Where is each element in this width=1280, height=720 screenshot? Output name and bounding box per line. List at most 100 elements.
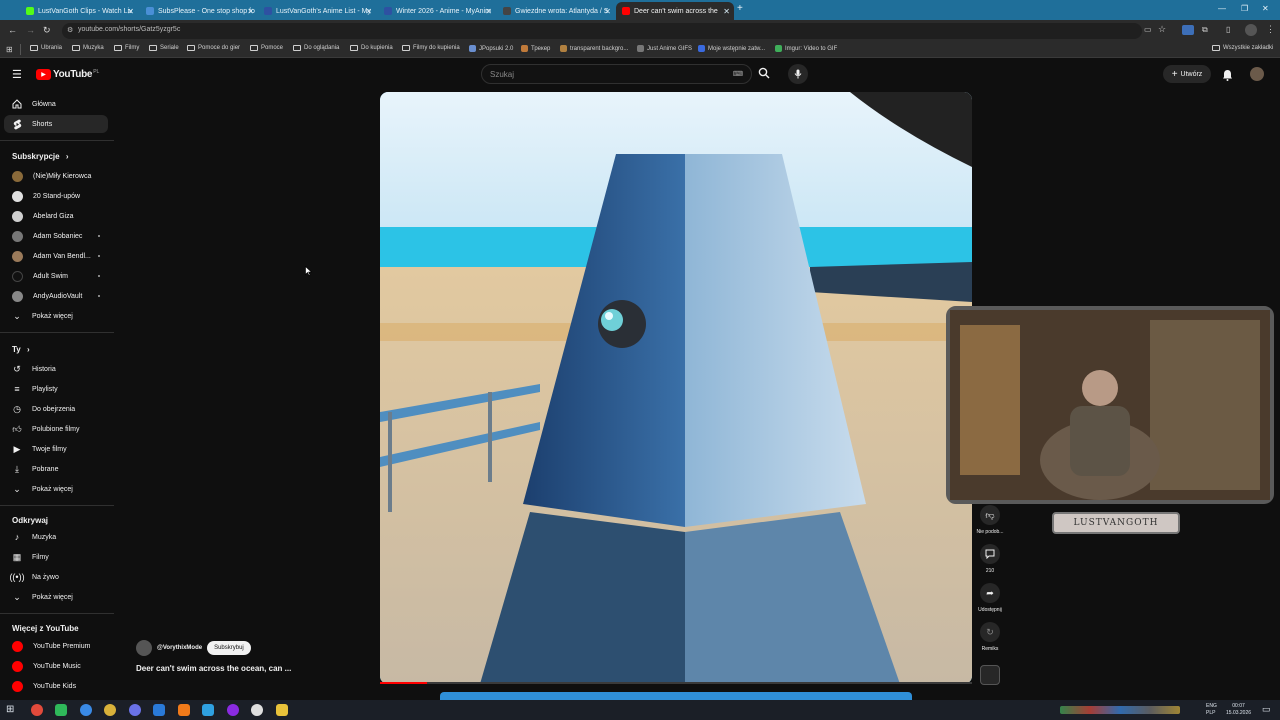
notification-center-icon[interactable]: ▭: [1262, 704, 1271, 715]
close-icon[interactable]: ✕: [127, 7, 134, 16]
subscriptions-header[interactable]: Subskrypcje ›: [12, 152, 68, 161]
maximize-button[interactable]: ❐: [1241, 4, 1248, 13]
sidebar-item-home[interactable]: Główna: [4, 95, 108, 113]
file-explorer-icon[interactable]: [276, 704, 288, 716]
back-arrow-icon[interactable]: ←: [8, 25, 17, 35]
sidebar-item-subscription[interactable]: 20 Stand-upów: [4, 187, 108, 205]
show-more-button[interactable]: ⌄ Pokaż więcej: [4, 588, 108, 606]
subscribe-button[interactable]: Subskrybuj: [207, 641, 251, 655]
bookmark-item[interactable]: Filmy: [114, 45, 139, 51]
url-field[interactable]: ⚙ youtube.com/shorts/Gatz5yzgr5c: [62, 23, 1142, 39]
sidebar-item-history[interactable]: ↺ Historia: [4, 360, 108, 378]
sidebar-item-downloads[interactable]: ⤓ Pobrane: [4, 460, 108, 478]
sidebar-item-playlists[interactable]: ≡ Playlisty: [4, 380, 108, 398]
close-icon[interactable]: ✕: [485, 7, 492, 16]
app-icon[interactable]: [153, 704, 165, 716]
sidebar-item-films[interactable]: ▦ Filmy: [4, 548, 108, 566]
all-bookmarks[interactable]: Wszystkie zakładki: [1212, 45, 1273, 51]
close-icon[interactable]: ✕: [723, 7, 730, 16]
sound-thumbnail[interactable]: [980, 665, 1000, 685]
browser-tab[interactable]: LustVanGoth Clips - Watch Liv ✕: [20, 2, 138, 20]
windows-start-icon[interactable]: ⊞: [6, 704, 14, 715]
bookmark-item[interactable]: Just Anime GIFS: [637, 45, 692, 52]
apps-grid-icon[interactable]: ⊞: [6, 45, 13, 54]
extensions-puzzle-icon[interactable]: ⧉: [1202, 25, 1208, 35]
show-more-button[interactable]: ⌄ Pokaż więcej: [4, 307, 108, 325]
share-button[interactable]: ➦ Udostępnij: [974, 583, 1006, 613]
bookmark-item[interactable]: Imgur: Video to GIF: [775, 45, 837, 52]
sidebar-item-subscription[interactable]: Adam Van Bendl...: [4, 247, 108, 265]
close-icon[interactable]: ✕: [365, 7, 372, 16]
sidebar-item-premium[interactable]: YouTube Premium: [4, 637, 108, 655]
channel-avatar[interactable]: [136, 640, 152, 656]
bookmark-item[interactable]: Do oglądania: [293, 45, 339, 51]
sidebar-item-kids[interactable]: YouTube Kids: [4, 677, 108, 695]
bookmark-item[interactable]: Filmy do kupienia: [402, 45, 460, 51]
bookmark-item[interactable]: Muzyka: [72, 45, 104, 51]
browser-tab-active[interactable]: Deer can't swim across the ✕: [616, 2, 734, 20]
browser-tab[interactable]: LustVanGoth's Anime List - My ✕: [258, 2, 376, 20]
input-language[interactable]: ENG PLP: [1206, 703, 1217, 717]
sidebar-item-music[interactable]: ♪ Muzyka: [4, 528, 108, 546]
sidepanel-icon[interactable]: ▯: [1226, 25, 1230, 34]
dislike-button[interactable]: 👎︎ Nie podob...: [974, 505, 1006, 535]
browser-tab[interactable]: Winter 2026 - Anime - MyAnim ✕: [378, 2, 496, 20]
create-button[interactable]: + Utwórz: [1163, 65, 1211, 83]
search-icon[interactable]: [758, 67, 770, 82]
site-info-icon[interactable]: ⚙: [67, 26, 73, 34]
microphone-icon[interactable]: [788, 64, 808, 84]
notifications-bell-icon[interactable]: [1222, 68, 1233, 86]
account-avatar[interactable]: [1250, 67, 1264, 81]
app-icon[interactable]: [227, 704, 239, 716]
bookmark-star-icon[interactable]: ☆: [1158, 24, 1166, 35]
sidebar-item-subscription[interactable]: Abelard Giza: [4, 207, 108, 225]
new-tab-button[interactable]: +: [737, 3, 743, 14]
vlc-icon[interactable]: [178, 704, 190, 716]
next-short-preview[interactable]: [440, 692, 912, 700]
channel-name[interactable]: @VorythixMode: [157, 645, 202, 651]
bookmark-item[interactable]: Ubrania: [30, 45, 62, 51]
discord-icon[interactable]: [129, 704, 141, 716]
bookmark-item[interactable]: Трекер: [521, 45, 550, 52]
obs-icon[interactable]: [251, 704, 263, 716]
browser-tab[interactable]: Gwiezdne wrota: Atlantyda / S ✕: [497, 2, 615, 20]
show-more-button[interactable]: ⌄ Pokaż więcej: [4, 480, 108, 498]
you-header[interactable]: Ty ›: [12, 345, 30, 354]
clock[interactable]: 00:07 15.03.2026: [1226, 703, 1251, 717]
sidebar-item-subscription[interactable]: Adam Sobaniec: [4, 227, 108, 245]
bookmark-item[interactable]: transparent backgro...: [560, 45, 628, 52]
close-icon[interactable]: ✕: [247, 7, 254, 16]
remix-button[interactable]: ↻ Remiks: [974, 622, 1006, 652]
app-icon[interactable]: [55, 704, 67, 716]
extension-icon[interactable]: [1182, 25, 1194, 35]
sidebar-item-liked[interactable]: 👍︎ Polubione filmy: [4, 420, 108, 438]
system-tray-icons[interactable]: [1060, 706, 1180, 714]
sidebar-item-live[interactable]: ((•)) Na żywo: [4, 568, 108, 586]
sidebar-item-music-app[interactable]: YouTube Music: [4, 657, 108, 675]
bookmark-item[interactable]: JPopsuki 2.0: [469, 45, 513, 52]
cast-icon[interactable]: ▭: [1144, 25, 1152, 34]
sidebar-item-subscription[interactable]: Adult Swim: [4, 267, 108, 285]
search-input[interactable]: Szukaj ⌨: [481, 64, 752, 84]
sidebar-item-your-videos[interactable]: ▶ Twoje filmy: [4, 440, 108, 458]
sidebar-item-subscription[interactable]: (Nie)Miły Kierowca: [4, 167, 108, 185]
short-video-player[interactable]: [380, 92, 972, 684]
sidebar-item-shorts[interactable]: Shorts: [4, 115, 108, 133]
keyboard-icon[interactable]: ⌨: [733, 70, 743, 78]
menu-kebab-icon[interactable]: ⋮: [1266, 24, 1275, 35]
hamburger-menu-icon[interactable]: ☰: [12, 68, 22, 81]
bookmark-item[interactable]: Pomoce do gier: [187, 45, 240, 51]
youtube-logo[interactable]: ▶ YouTube PL: [36, 69, 99, 80]
profile-avatar[interactable]: [1245, 24, 1257, 36]
sidebar-item-watch-later[interactable]: ◷ Do obejrzenia: [4, 400, 108, 418]
minimize-button[interactable]: —: [1218, 4, 1226, 13]
sidebar-item-subscription[interactable]: AndyAudioVault: [4, 287, 108, 305]
video-progress-track[interactable]: [380, 682, 972, 684]
app-icon[interactable]: [80, 704, 92, 716]
reload-icon[interactable]: ↻: [43, 25, 51, 36]
bookmark-item[interactable]: Do kupienia: [350, 45, 393, 51]
short-title[interactable]: Deer can't swim across the ocean, can ..…: [136, 664, 291, 673]
bookmark-item[interactable]: Moje wstępnie zatw...: [698, 45, 765, 52]
close-window-button[interactable]: ✕: [1262, 4, 1269, 13]
bookmark-item[interactable]: Seriale: [149, 45, 179, 51]
